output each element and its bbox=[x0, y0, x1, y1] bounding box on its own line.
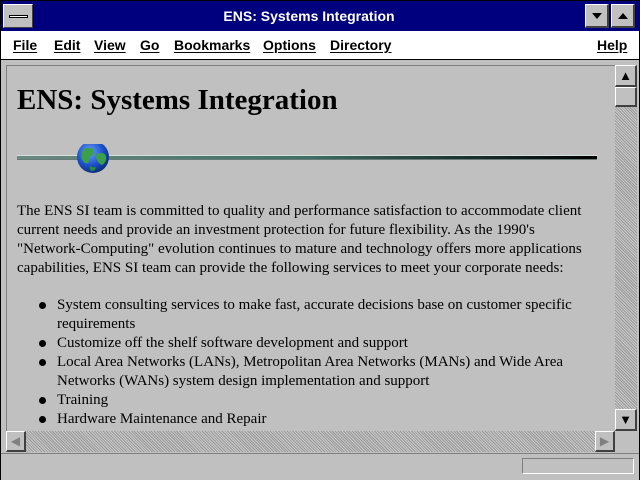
maximize-icon bbox=[618, 13, 628, 19]
service-text: Hardware Maintenance and Repair bbox=[57, 411, 267, 427]
horizontal-scrollbar[interactable]: ◀ ▶ bbox=[6, 431, 615, 452]
menu-bookmarks[interactable]: Bookmarks bbox=[174, 37, 250, 53]
arrow-right-icon: ▶ bbox=[599, 434, 610, 448]
page-heading: ENS: Systems Integration bbox=[17, 84, 338, 116]
scroll-down-button[interactable]: ▼ bbox=[615, 409, 637, 431]
globe-divider bbox=[17, 144, 597, 173]
list-item: System consulting services to make fast,… bbox=[17, 296, 597, 334]
menu-file[interactable]: File bbox=[13, 37, 37, 53]
list-item: Training bbox=[17, 391, 597, 410]
arrow-left-icon: ◀ bbox=[10, 434, 21, 448]
service-text: Customize off the shelf software develop… bbox=[57, 335, 408, 351]
scroll-left-button[interactable]: ◀ bbox=[6, 431, 26, 452]
menu-edit[interactable]: Edit bbox=[54, 37, 80, 53]
system-menu-button[interactable] bbox=[3, 4, 33, 28]
maximize-button[interactable] bbox=[611, 4, 635, 28]
arrow-down-icon: ▼ bbox=[619, 412, 632, 427]
status-text bbox=[7, 458, 507, 476]
system-menu-icon bbox=[9, 15, 28, 18]
bullet-icon bbox=[39, 302, 46, 309]
minimize-icon bbox=[592, 13, 602, 19]
list-item: Hardware Maintenance and Repair bbox=[17, 410, 597, 429]
vertical-scrollbar[interactable]: ▲ ▼ bbox=[615, 65, 637, 431]
globe-icon bbox=[77, 144, 109, 173]
intro-paragraph: The ENS SI team is committed to quality … bbox=[17, 203, 582, 276]
bullet-icon bbox=[39, 340, 46, 347]
service-text: System consulting services to make fast,… bbox=[57, 297, 572, 332]
bullet-icon bbox=[39, 416, 46, 423]
bullet-icon bbox=[39, 359, 46, 366]
list-item: Customize off the shelf software develop… bbox=[17, 334, 597, 353]
menu-view[interactable]: View bbox=[94, 37, 126, 53]
page-content: ENS: Systems Integration The ENS SI team… bbox=[6, 65, 616, 432]
menu-bar: File Edit View Go Bookmarks Options Dire… bbox=[1, 31, 639, 60]
status-bar bbox=[1, 453, 639, 480]
browser-window: ENS: Systems Integration File Edit View … bbox=[0, 0, 640, 480]
scroll-up-button[interactable]: ▲ bbox=[615, 65, 637, 87]
menu-options[interactable]: Options bbox=[263, 37, 316, 53]
service-text: Training bbox=[57, 392, 109, 408]
scroll-right-button[interactable]: ▶ bbox=[595, 431, 615, 452]
menu-help[interactable]: Help bbox=[597, 37, 627, 53]
service-text: Local Area Networks (LANs), Metropolitan… bbox=[57, 354, 564, 389]
progress-indicator bbox=[522, 458, 634, 474]
services-list: System consulting services to make fast,… bbox=[17, 296, 597, 429]
bullet-icon bbox=[39, 397, 46, 404]
title-bar[interactable]: ENS: Systems Integration bbox=[1, 1, 639, 31]
window-title: ENS: Systems Integration bbox=[223, 8, 395, 24]
arrow-up-icon: ▲ bbox=[619, 68, 632, 83]
minimize-button[interactable] bbox=[585, 4, 609, 28]
list-item: Local Area Networks (LANs), Metropolitan… bbox=[17, 353, 597, 391]
menu-go[interactable]: Go bbox=[140, 37, 159, 53]
vertical-scroll-thumb[interactable] bbox=[615, 87, 637, 107]
menu-directory[interactable]: Directory bbox=[330, 37, 391, 53]
